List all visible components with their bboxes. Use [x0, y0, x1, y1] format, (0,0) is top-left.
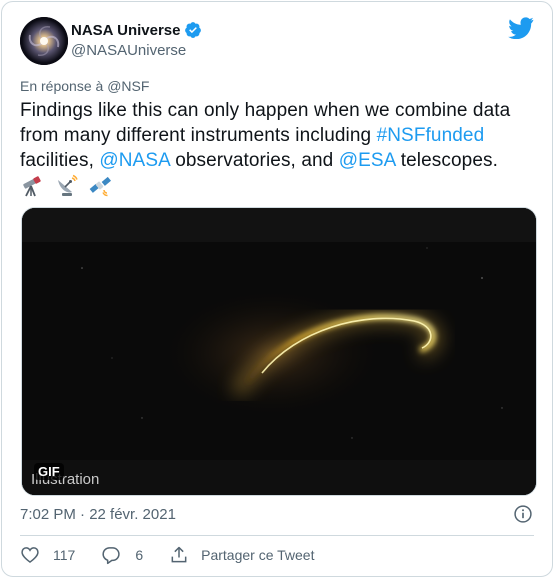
author-display-name[interactable]: NASA Universe	[71, 22, 180, 39]
satellite-antenna-icon	[58, 174, 78, 196]
mention-esa-link[interactable]: @ESA	[339, 150, 396, 171]
telescope-icon	[23, 176, 41, 197]
like-count: 117	[53, 547, 76, 563]
tweet-header: NASA Universe @NASAUniverse	[20, 17, 534, 65]
emoji-row	[20, 174, 540, 198]
share-button[interactable]: Partager ce Tweet	[169, 545, 315, 565]
divider	[20, 535, 534, 536]
comet-illustration	[22, 208, 536, 495]
tweet-text-part: facilities,	[20, 150, 100, 171]
info-icon[interactable]	[513, 504, 533, 524]
avatar[interactable]	[20, 17, 68, 65]
gif-badge: GIF	[34, 463, 64, 480]
reply-count: 6	[135, 547, 144, 563]
tweet-text-part: observatories, and	[169, 150, 339, 171]
reply-context: En réponse à @NSF	[20, 78, 149, 94]
tweet-text-part: telescopes.	[395, 150, 498, 171]
share-icon	[171, 546, 187, 563]
tweet-timestamp[interactable]: 7:02 PM · 22 févr. 2021	[20, 506, 176, 523]
share-label: Partager ce Tweet	[201, 547, 315, 563]
gif-media[interactable]: Illustration GIF	[21, 207, 537, 496]
reply-bubble-icon	[102, 547, 120, 565]
mention-nasa-link[interactable]: @NASA	[99, 150, 169, 171]
galaxy-avatar-icon	[20, 17, 68, 65]
hashtag-link[interactable]: #NSFfunded	[377, 125, 485, 146]
verified-badge-icon	[185, 22, 202, 38]
satellite-icon	[89, 176, 111, 197]
twitter-bird-icon[interactable]	[508, 17, 534, 39]
reply-to-link[interactable]: @NSF	[107, 78, 149, 94]
reply-prefix: En réponse à	[20, 78, 104, 94]
heart-icon	[21, 547, 39, 564]
tweet-card: NASA Universe @NASAUniverse En réponse à…	[1, 1, 553, 577]
author-block: NASA Universe @NASAUniverse	[71, 21, 202, 59]
author-handle[interactable]: @NASAUniverse	[71, 42, 202, 59]
reply-button[interactable]: 6	[101, 545, 143, 565]
action-bar: 117 6 Partager ce Tweet	[20, 545, 341, 565]
tweet-text: Findings like this can only happen when …	[20, 98, 540, 198]
like-button[interactable]: 117	[20, 545, 75, 565]
